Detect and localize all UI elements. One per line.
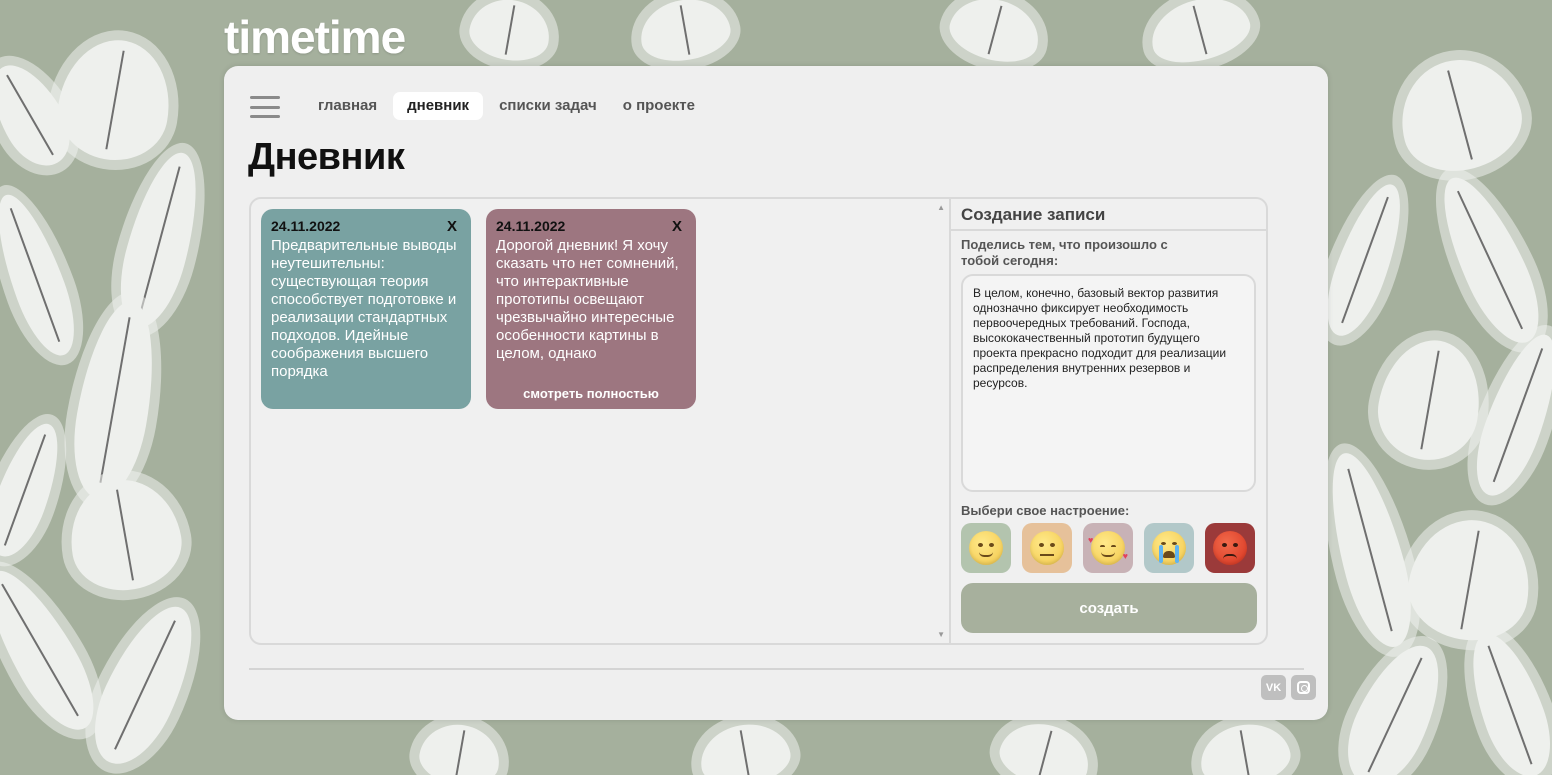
delete-note-button[interactable]: X [672, 218, 682, 235]
scroll-up-arrow-icon[interactable]: ▲ [937, 203, 945, 212]
main-panel: главная дневник списки задач о проекте Д… [224, 66, 1328, 720]
page-title: Дневник [248, 136, 405, 178]
app-logo[interactable]: timetime [224, 10, 406, 64]
note-text: Дорогой дневник! Я хочу сказать что нет … [496, 237, 679, 362]
mood-selector [961, 523, 1256, 573]
nav-item-task-lists[interactable]: списки задач [489, 92, 607, 120]
scroll-down-arrow-icon[interactable]: ▼ [937, 630, 945, 639]
nav-item-home[interactable]: главная [308, 92, 387, 120]
see-full-button[interactable]: смотреть полностью [486, 386, 696, 401]
nav-item-diary[interactable]: дневник [393, 92, 484, 120]
diary-note[interactable]: 24.11.2022 X Дорогой дневник! Я хочу ска… [486, 209, 696, 409]
vk-icon[interactable]: VK [1261, 675, 1286, 700]
create-button[interactable]: создать [961, 583, 1257, 633]
note-text: Предварительные выводы неутешительны: су… [271, 237, 457, 380]
menu-icon[interactable] [250, 96, 280, 118]
footer-divider [249, 668, 1304, 670]
social-links: VK [1261, 675, 1316, 700]
entry-textarea[interactable]: В целом, конечно, базовый вектор развити… [961, 274, 1256, 492]
smiling-face-with-hearts-icon [1088, 531, 1128, 565]
mood-button-crying[interactable] [1144, 523, 1194, 573]
mood-button-neutral[interactable] [1022, 523, 1072, 573]
angry-face-icon [1213, 531, 1247, 565]
create-entry-panel: Создание записи Поделись тем, что произо… [949, 199, 1266, 643]
note-date: 24.11.2022 [496, 218, 566, 234]
mood-button-love[interactable] [1083, 523, 1133, 573]
mood-button-angry[interactable] [1205, 523, 1255, 573]
delete-note-button[interactable]: X [447, 218, 457, 235]
nav-item-about[interactable]: о проекте [613, 92, 705, 120]
note-date: 24.11.2022 [271, 218, 341, 234]
neutral-face-icon [1030, 531, 1064, 565]
notes-list[interactable]: 24.11.2022 X Предварительные выводы неут… [251, 199, 949, 643]
smiling-face-icon [969, 531, 1003, 565]
crying-face-icon [1152, 531, 1186, 565]
create-entry-title: Создание записи [951, 199, 1266, 231]
diary-container: 24.11.2022 X Предварительные выводы неут… [249, 197, 1268, 645]
mood-button-happy[interactable] [961, 523, 1011, 573]
mood-label: Выбери свое настроение: [961, 503, 1130, 518]
diary-note[interactable]: 24.11.2022 X Предварительные выводы неут… [261, 209, 471, 409]
entry-prompt-label: Поделись тем, что произошло с тобой сего… [961, 237, 1168, 268]
instagram-icon[interactable] [1291, 675, 1316, 700]
top-nav: главная дневник списки задач о проекте [308, 92, 705, 120]
